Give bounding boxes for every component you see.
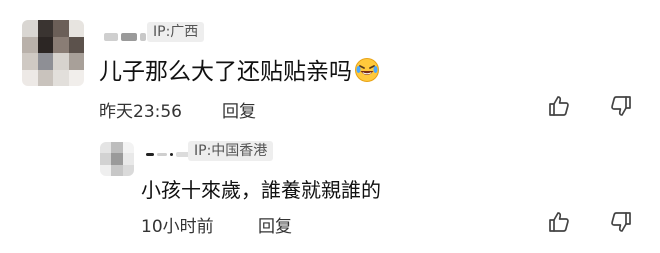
comment-timestamp: 昨天23:56 [99,102,182,122]
commenter-ip-badge: IP:广西 [147,22,205,42]
commenter-name-redacted[interactable] [104,33,146,41]
replier-ip-badge: IP:中国香港 [188,141,274,161]
thumbs-down-icon[interactable] [609,210,633,234]
thumbs-up-icon[interactable] [547,210,571,234]
replier-avatar[interactable] [100,142,134,176]
thumbs-up-icon[interactable] [547,94,571,118]
thumbs-down-icon[interactable] [609,94,633,118]
rolling-on-floor-laughing-emoji [355,58,379,82]
comment-reply-button[interactable]: 回复 [222,97,256,122]
comment-body: 儿子那么大了还贴贴亲吗 [99,59,352,85]
reply-reply-button[interactable]: 回复 [258,212,292,237]
reply-timestamp: 10小时前 [141,217,214,237]
comment-text: 儿子那么大了还贴贴亲吗 [99,52,380,86]
commenter-avatar[interactable] [22,20,84,86]
replier-name-redacted[interactable] [146,152,190,157]
reply-text: 小孩十來歲，誰養就親誰的 [141,178,381,202]
